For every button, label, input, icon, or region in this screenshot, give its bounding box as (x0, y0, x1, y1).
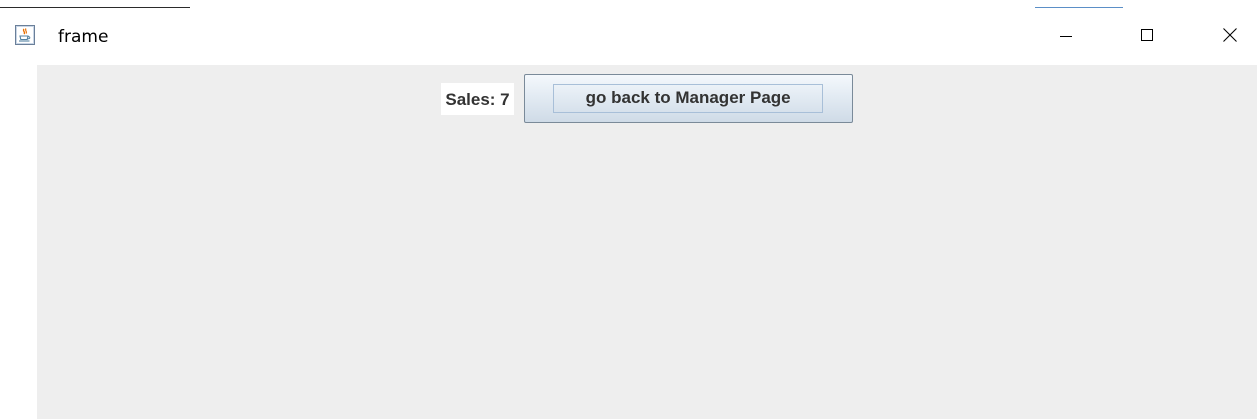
flow-layout-row: Sales: 7 go back to Manager Page (37, 74, 1257, 123)
back-button-label: go back to Manager Page (585, 87, 791, 107)
java-coffee-cup-icon (15, 25, 35, 45)
close-icon (1220, 25, 1240, 50)
sales-count-label: Sales: 7 (441, 82, 514, 115)
minimize-button[interactable] (1043, 9, 1089, 65)
title-bar[interactable]: frame (0, 9, 1257, 65)
window-title: frame (58, 27, 109, 47)
maximize-icon (1137, 25, 1157, 50)
back-to-manager-page-button[interactable]: go back to Manager Page (523, 74, 853, 123)
application-window: frame Sales: 7 go back to Manager Page (0, 0, 1257, 419)
top-edge-line-accent (1035, 7, 1123, 8)
close-button[interactable] (1207, 9, 1253, 65)
minimize-icon (1056, 25, 1076, 50)
top-edge-line-left (0, 7, 190, 8)
window-top-edge (0, 0, 1257, 9)
maximize-button[interactable] (1124, 9, 1170, 65)
content-panel: Sales: 7 go back to Manager Page (37, 65, 1257, 419)
window-left-border (0, 65, 37, 419)
